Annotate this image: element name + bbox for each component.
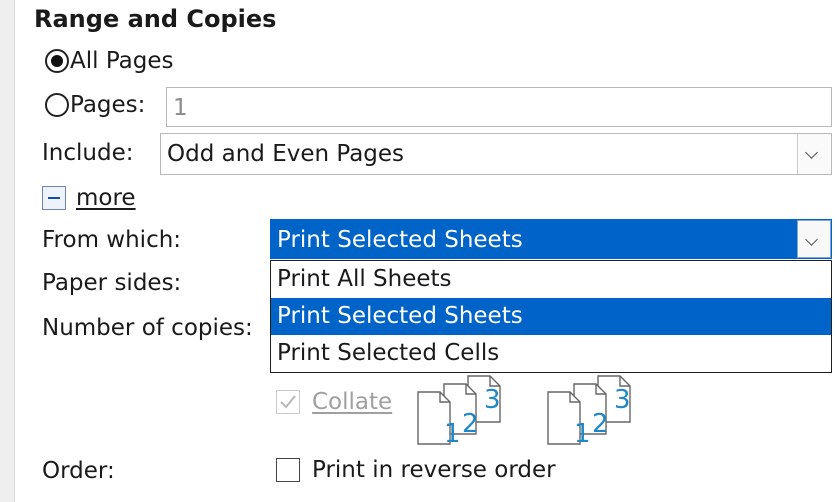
from-which-value: Print Selected Sheets: [277, 227, 523, 253]
include-dropdown-button[interactable]: [797, 134, 831, 174]
option-label: Print Selected Cells: [277, 340, 500, 366]
collate-checkbox[interactable]: [276, 390, 300, 414]
paper-sides-label: Paper sides:: [42, 270, 182, 296]
section-title: Range and Copies: [34, 5, 277, 33]
collapse-more-button[interactable]: [42, 186, 66, 210]
from-which-dropdown-button[interactable]: [797, 220, 831, 258]
include-value: Odd and Even Pages: [167, 141, 405, 167]
pages-label[interactable]: Pages:: [70, 90, 145, 120]
all-pages-radio[interactable]: [45, 49, 69, 73]
reverse-order-checkbox[interactable]: [276, 458, 300, 482]
more-label[interactable]: more: [76, 183, 136, 213]
page-number-3: 3: [484, 385, 501, 415]
page-number-2: 2: [462, 409, 479, 439]
from-which-dropdown[interactable]: Print Selected Sheets: [270, 219, 832, 259]
collated-pages-icon-2: 1 2 3: [547, 375, 631, 446]
page-number-2: 2: [592, 409, 609, 439]
page-number-1: 1: [574, 419, 591, 446]
option-print-selected-sheets[interactable]: Print Selected Sheets: [271, 298, 831, 335]
all-pages-text: All Pages: [70, 48, 174, 74]
chevron-down-icon: [805, 146, 818, 159]
from-which-options-list[interactable]: Print All Sheets Print Selected Sheets P…: [270, 260, 832, 373]
pages-radio[interactable]: [45, 93, 69, 117]
collate-label: Collate: [312, 389, 393, 415]
pages-input[interactable]: 1: [166, 87, 832, 127]
page-number-1: 1: [444, 419, 461, 446]
option-label: Print Selected Sheets: [277, 303, 523, 329]
chevron-down-icon: [805, 233, 818, 246]
panel-left-border: [0, 0, 15, 502]
option-print-selected-cells[interactable]: Print Selected Cells: [271, 335, 831, 372]
include-dropdown[interactable]: Odd and Even Pages: [160, 133, 832, 175]
include-label: Include:: [42, 140, 134, 166]
checkmark-icon: [280, 395, 296, 409]
order-label: Order:: [42, 458, 115, 484]
pages-input-value: 1: [173, 95, 188, 121]
collated-pages-icon: 1 2 3: [417, 375, 501, 446]
option-label: Print All Sheets: [277, 266, 452, 292]
all-pages-label[interactable]: All Pages: [70, 46, 174, 76]
copies-label: Number of copies:: [42, 315, 253, 341]
option-print-all-sheets[interactable]: Print All Sheets: [271, 261, 831, 298]
from-which-label: From which:: [42, 227, 182, 253]
reverse-order-label[interactable]: Print in reverse order: [312, 455, 556, 485]
page-number-3: 3: [614, 385, 631, 415]
